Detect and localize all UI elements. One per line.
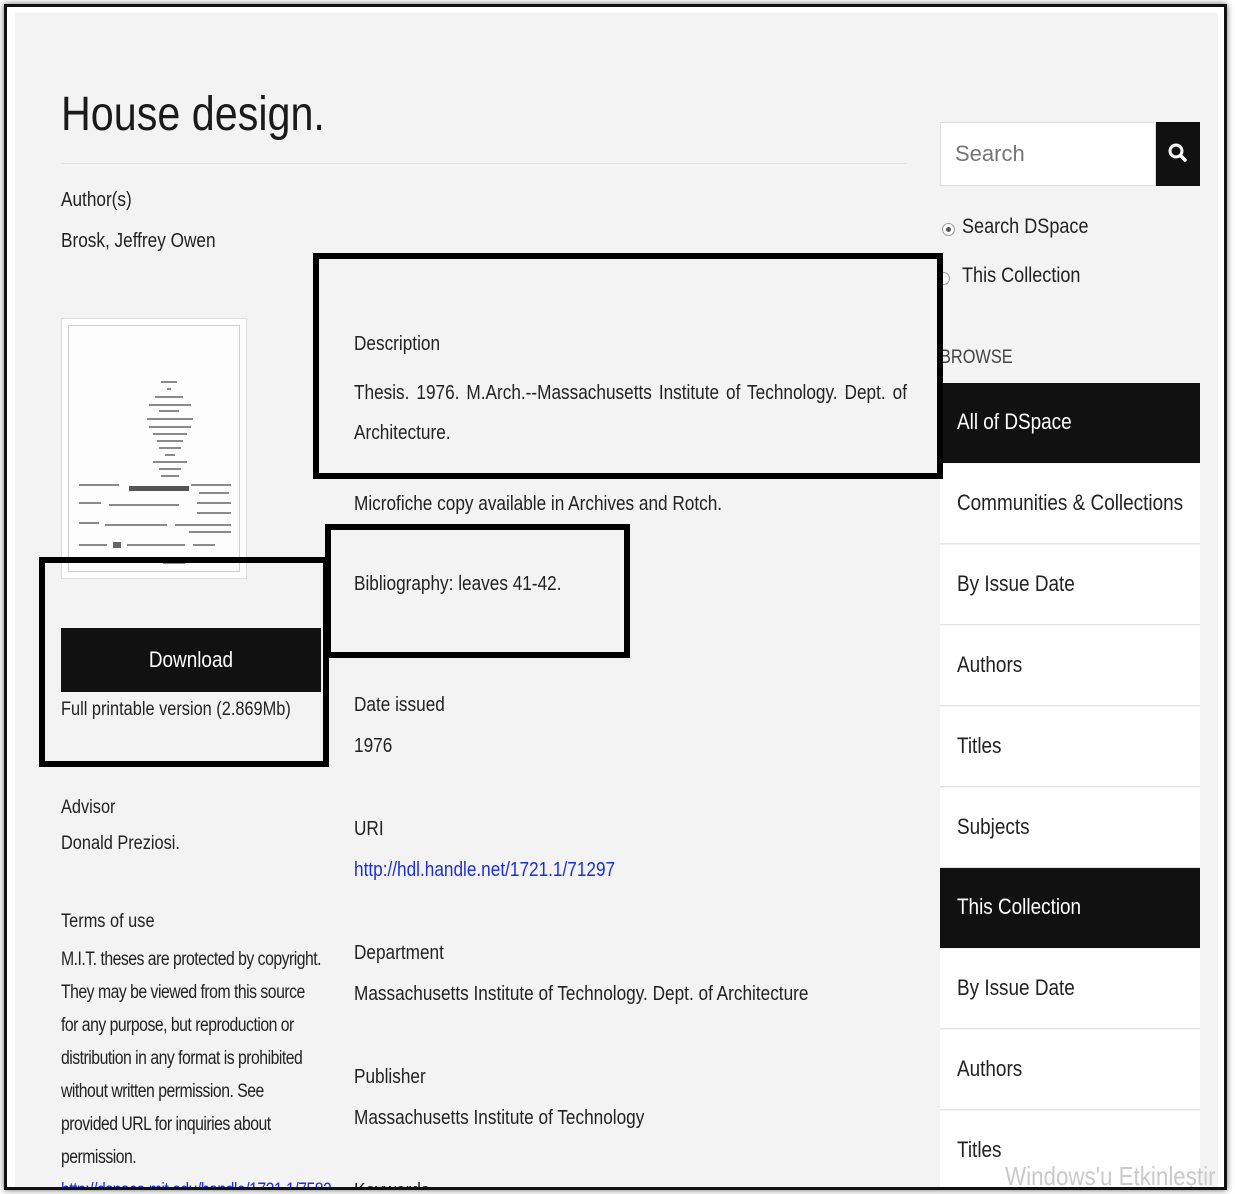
browse-header: BROWSE <box>940 347 1013 368</box>
nav-by-issue-date[interactable]: By Issue Date <box>940 545 1200 625</box>
nav-subjects[interactable]: Subjects <box>940 788 1200 868</box>
thesis-thumbnail[interactable] <box>61 318 247 579</box>
item-page: House design. Author(s) Brosk, Jeffrey O… <box>15 13 1218 1189</box>
radio-label-search-dspace: Search DSpace <box>962 215 1089 238</box>
nav-header-all-dspace: All of DSpace <box>940 383 1200 463</box>
radio-label-this-collection: This Collection <box>962 264 1081 287</box>
uri-link[interactable]: http://hdl.handle.net/1721.1/71297 <box>354 859 615 882</box>
authors-value: Brosk, Jeffrey Owen <box>61 230 216 252</box>
date-label: Date issued <box>354 694 445 716</box>
nav-header-this-collection: This Collection <box>940 868 1200 948</box>
windows-activation-watermark: Windows'u Etkinleştir <box>1005 1161 1216 1189</box>
terms-link[interactable]: http://dspace.mit.edu/handle/1721.1/7582 <box>61 1180 332 1187</box>
search-icon <box>1168 143 1187 162</box>
nav-titles[interactable]: Titles <box>940 707 1200 787</box>
authors-label: Author(s) <box>61 189 132 211</box>
nav-collection-authors[interactable]: Authors <box>940 1030 1200 1110</box>
advisor-value: Donald Preziosi. <box>61 833 180 854</box>
department-label: Department <box>354 942 444 964</box>
date-value: 1976 <box>354 735 393 757</box>
advisor-label: Advisor <box>61 797 116 818</box>
radio-search-dspace[interactable] <box>942 223 955 236</box>
terms-text: M.I.T. theses are protected by copyright… <box>61 943 332 1187</box>
keywords-label: Keywords <box>354 1180 430 1187</box>
microfiche-note: Microfiche copy available in Archives an… <box>354 493 723 515</box>
thumbnail-image <box>68 325 240 572</box>
search-input[interactable] <box>940 122 1156 186</box>
department-value: Massachusetts Institute of Technology. D… <box>354 983 809 1005</box>
publisher-label: Publisher <box>354 1066 426 1088</box>
uri-label: URI <box>354 818 384 840</box>
page-title: House design. <box>61 88 325 141</box>
terms-body: M.I.T. theses are protected by copyright… <box>61 949 322 1168</box>
search-button[interactable] <box>1156 122 1200 186</box>
highlight-box-description <box>313 253 943 479</box>
highlight-box-download <box>39 557 329 767</box>
highlight-box-bibliography <box>325 524 630 658</box>
nav-communities-collections[interactable]: Communities & Collections <box>940 464 1200 544</box>
screenshot-frame: House design. Author(s) Brosk, Jeffrey O… <box>4 4 1227 1190</box>
terms-label: Terms of use <box>61 911 155 932</box>
title-divider <box>61 163 907 164</box>
nav-collection-by-issue-date[interactable]: By Issue Date <box>940 949 1200 1029</box>
nav-authors[interactable]: Authors <box>940 626 1200 706</box>
publisher-value: Massachusetts Institute of Technology <box>354 1107 645 1129</box>
